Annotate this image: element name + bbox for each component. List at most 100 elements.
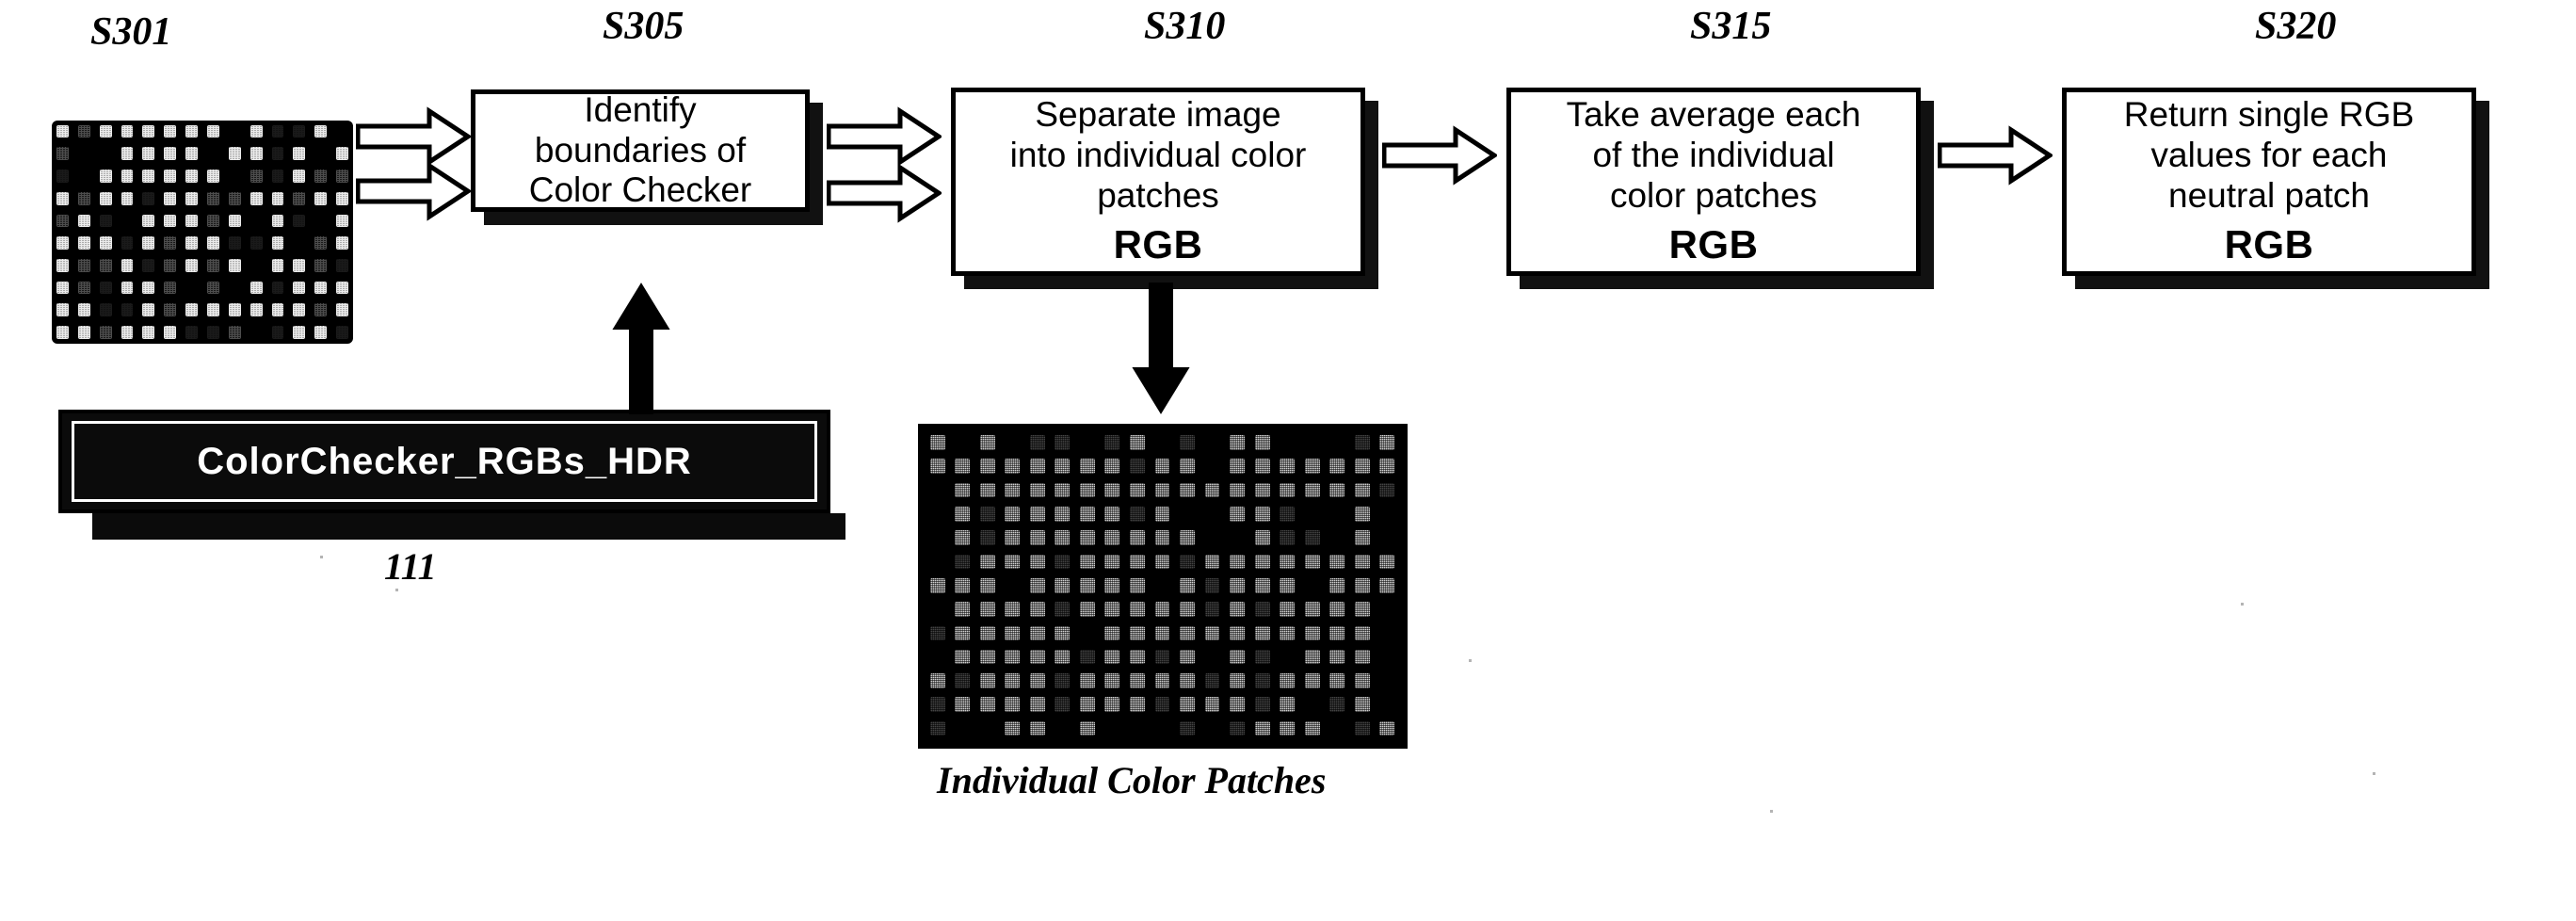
individual-patch bbox=[1125, 574, 1151, 598]
patch-swatch bbox=[1280, 577, 1296, 593]
patch-swatch bbox=[1029, 459, 1045, 475]
patch-swatch bbox=[121, 124, 134, 138]
individual-patch bbox=[1001, 598, 1026, 622]
patch-swatch bbox=[293, 124, 306, 138]
colorchecker-patch bbox=[95, 277, 117, 299]
patch-swatch bbox=[1005, 720, 1021, 736]
individual-patch bbox=[1275, 718, 1300, 741]
patch-swatch bbox=[1104, 649, 1120, 665]
individual-patch bbox=[951, 693, 976, 717]
individual-patch bbox=[1300, 455, 1326, 478]
individual-patch bbox=[1175, 693, 1200, 717]
patch-swatch bbox=[1029, 482, 1045, 498]
patch-swatch bbox=[271, 124, 284, 138]
individual-patch bbox=[1001, 670, 1026, 693]
individual-patch bbox=[1175, 431, 1200, 455]
individual-patch bbox=[1001, 693, 1026, 717]
individual-patch bbox=[1075, 670, 1101, 693]
file-bar-colorchecker-rgbs-hdr[interactable]: ColorChecker_RGBs_HDR bbox=[58, 410, 830, 513]
patch-swatch bbox=[929, 720, 945, 736]
patch-swatch bbox=[955, 602, 971, 617]
patch-swatch bbox=[228, 214, 241, 228]
colorchecker-patch bbox=[73, 277, 95, 299]
box-s320-rgb-label: RGB bbox=[2224, 222, 2314, 267]
colorchecker-patch bbox=[95, 299, 117, 322]
individual-patch bbox=[1001, 431, 1026, 455]
patch-swatch bbox=[250, 191, 263, 205]
patch-swatch bbox=[1005, 506, 1021, 522]
individual-patch bbox=[1275, 526, 1300, 550]
patch-swatch bbox=[1129, 625, 1145, 641]
process-box-s305[interactable]: Identify boundaries of Color Checker bbox=[471, 89, 810, 212]
colorchecker-patch bbox=[95, 187, 117, 210]
colorchecker-patch bbox=[202, 187, 224, 210]
patch-swatch bbox=[250, 170, 263, 183]
individual-patch bbox=[975, 431, 1001, 455]
process-box-s310[interactable]: Separate image into individual color pat… bbox=[951, 88, 1365, 276]
colorchecker-patch bbox=[117, 299, 138, 322]
colorchecker-patch bbox=[224, 165, 246, 187]
colorchecker-patch bbox=[224, 121, 246, 143]
patch-swatch bbox=[121, 236, 134, 250]
patch-swatch bbox=[929, 435, 945, 450]
colorchecker-patch bbox=[331, 321, 353, 344]
scan-speck bbox=[320, 556, 323, 558]
individual-patch bbox=[1125, 551, 1151, 574]
process-box-s320[interactable]: Return single RGB values for each neutra… bbox=[2062, 88, 2476, 276]
patch-swatch bbox=[77, 281, 90, 295]
patch-swatch bbox=[56, 191, 69, 205]
patch-swatch bbox=[1180, 482, 1195, 498]
patch-swatch bbox=[1180, 459, 1195, 475]
individual-patch bbox=[1075, 598, 1101, 622]
individual-patch bbox=[1125, 526, 1151, 550]
individual-patch bbox=[1175, 455, 1200, 478]
individual-patch bbox=[1075, 646, 1101, 670]
patch-swatch bbox=[293, 326, 306, 339]
process-box-s315[interactable]: Take average each of the individual colo… bbox=[1506, 88, 1921, 276]
patch-swatch bbox=[1329, 459, 1345, 475]
patch-swatch bbox=[1180, 577, 1195, 593]
patch-swatch bbox=[121, 281, 134, 295]
colorchecker-patch bbox=[181, 254, 202, 277]
individual-patch bbox=[1051, 718, 1076, 741]
colorchecker-patch bbox=[95, 165, 117, 187]
patch-swatch bbox=[142, 258, 155, 272]
individual-patch bbox=[975, 622, 1001, 645]
patch-swatch bbox=[1154, 625, 1170, 641]
patch-swatch bbox=[207, 303, 219, 317]
patch-swatch bbox=[1154, 506, 1170, 522]
patch-swatch bbox=[929, 577, 945, 593]
individual-patch bbox=[1051, 551, 1076, 574]
colorchecker-patch bbox=[181, 165, 202, 187]
patch-swatch bbox=[1104, 530, 1120, 545]
colorchecker-patch bbox=[181, 277, 202, 299]
individual-patch bbox=[1001, 646, 1026, 670]
patch-swatch bbox=[979, 554, 995, 570]
patch-swatch bbox=[929, 459, 945, 475]
individual-patch bbox=[1375, 598, 1400, 622]
patch-swatch bbox=[1280, 720, 1296, 736]
individual-patch bbox=[1025, 670, 1051, 693]
individual-patch bbox=[1200, 693, 1226, 717]
colorchecker-patch bbox=[52, 210, 73, 233]
individual-patch bbox=[951, 431, 976, 455]
colorchecker-patch bbox=[181, 321, 202, 344]
patch-swatch bbox=[1055, 435, 1071, 450]
patch-swatch bbox=[1254, 602, 1270, 617]
colorchecker-patch bbox=[181, 299, 202, 322]
individual-patch bbox=[1025, 598, 1051, 622]
patch-swatch bbox=[164, 236, 177, 250]
patch-swatch bbox=[955, 482, 971, 498]
patch-swatch bbox=[1029, 649, 1045, 665]
individual-patch bbox=[1250, 622, 1276, 645]
patch-swatch bbox=[99, 236, 112, 250]
individual-patch bbox=[1350, 479, 1376, 503]
colorchecker-patch bbox=[224, 233, 246, 255]
patch-swatch bbox=[56, 236, 69, 250]
patch-swatch bbox=[185, 214, 198, 228]
patch-swatch bbox=[56, 258, 69, 272]
individual-patch bbox=[1151, 431, 1176, 455]
individual-patch bbox=[1375, 670, 1400, 693]
patch-swatch bbox=[164, 258, 177, 272]
individual-patch bbox=[1125, 503, 1151, 526]
